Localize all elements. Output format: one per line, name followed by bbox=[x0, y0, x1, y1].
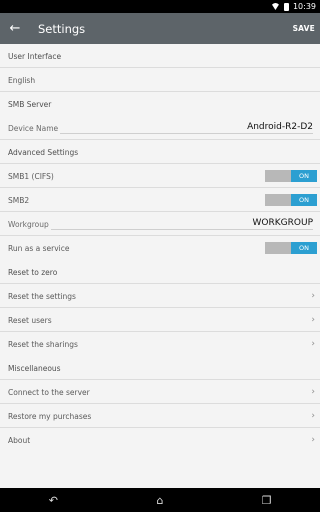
service-label: Run as a service bbox=[8, 243, 70, 253]
about-label: About bbox=[8, 435, 31, 445]
reset-users-item[interactable]: Reset users › bbox=[0, 308, 320, 332]
chevron-right-icon: › bbox=[311, 387, 315, 397]
settings-list: User Interface English SMB Server Device… bbox=[0, 44, 320, 488]
toggle-on-label: ON bbox=[291, 170, 317, 182]
smb2-row: SMB2 ON bbox=[0, 188, 320, 212]
restore-purchases-item[interactable]: Restore my purchases › bbox=[0, 404, 320, 428]
section-header-misc: Miscellaneous bbox=[0, 356, 320, 380]
reset-settings-item[interactable]: Reset the settings › bbox=[0, 284, 320, 308]
language-item[interactable]: English bbox=[0, 68, 320, 92]
back-arrow-icon[interactable]: ← bbox=[1, 13, 29, 44]
app-bar: ← Settings SAVE bbox=[0, 13, 320, 44]
chevron-right-icon: › bbox=[311, 435, 315, 445]
device-name-input[interactable]: Android-R2-D2 bbox=[60, 122, 313, 134]
device-name-label: Device Name bbox=[8, 123, 59, 133]
toggle-track bbox=[265, 170, 291, 182]
chevron-right-icon: › bbox=[311, 411, 315, 421]
battery-icon bbox=[283, 2, 289, 11]
nav-recents-icon[interactable]: ❐ bbox=[247, 488, 287, 512]
connect-server-label: Connect to the server bbox=[8, 387, 90, 397]
smb1-row: SMB1 (CIFS) ON bbox=[0, 164, 320, 188]
wifi-icon bbox=[270, 3, 280, 10]
connect-server-item[interactable]: Connect to the server › bbox=[0, 380, 320, 404]
device-name-row: Device Name Android-R2-D2 bbox=[0, 116, 320, 140]
page-title: Settings bbox=[38, 21, 86, 36]
nav-home-icon[interactable]: ⌂ bbox=[140, 488, 180, 512]
nav-back-icon[interactable]: ↶ bbox=[33, 488, 73, 512]
smb2-toggle[interactable]: ON bbox=[265, 194, 317, 206]
section-header-smb-server: SMB Server bbox=[8, 99, 52, 109]
chevron-right-icon: › bbox=[311, 315, 315, 325]
chevron-right-icon: › bbox=[311, 291, 315, 301]
reset-sharings-label: Reset the sharings bbox=[8, 339, 78, 349]
status-bar: 10:39 bbox=[0, 0, 320, 13]
toggle-on-label: ON bbox=[291, 194, 317, 206]
section-header-reset: Reset to zero bbox=[0, 260, 320, 284]
toggle-on-label: ON bbox=[291, 242, 317, 254]
workgroup-row: Workgroup WORKGROUP bbox=[0, 212, 320, 236]
smb1-toggle[interactable]: ON bbox=[265, 170, 317, 182]
chevron-right-icon: › bbox=[311, 339, 315, 349]
reset-users-label: Reset users bbox=[8, 315, 52, 325]
language-label: English bbox=[8, 75, 36, 85]
toggle-track bbox=[265, 242, 291, 254]
status-time: 10:39 bbox=[292, 2, 316, 11]
workgroup-label: Workgroup bbox=[8, 219, 49, 229]
service-row: Run as a service ON bbox=[0, 236, 320, 260]
section-header-advanced: Advanced Settings bbox=[0, 140, 320, 164]
reset-sharings-item[interactable]: Reset the sharings › bbox=[0, 332, 320, 356]
reset-settings-label: Reset the settings bbox=[8, 291, 76, 301]
navigation-bar: ↶ ⌂ ❐ bbox=[0, 488, 320, 512]
about-item[interactable]: About › bbox=[0, 428, 320, 452]
restore-purchases-label: Restore my purchases bbox=[8, 411, 92, 421]
smb2-label: SMB2 bbox=[8, 195, 30, 205]
save-button[interactable]: SAVE bbox=[293, 24, 315, 33]
workgroup-input[interactable]: WORKGROUP bbox=[50, 218, 313, 230]
toggle-track bbox=[265, 194, 291, 206]
section-header-user-interface: User Interface bbox=[0, 44, 320, 68]
service-toggle[interactable]: ON bbox=[265, 242, 317, 254]
smb1-label: SMB1 (CIFS) bbox=[8, 171, 54, 181]
